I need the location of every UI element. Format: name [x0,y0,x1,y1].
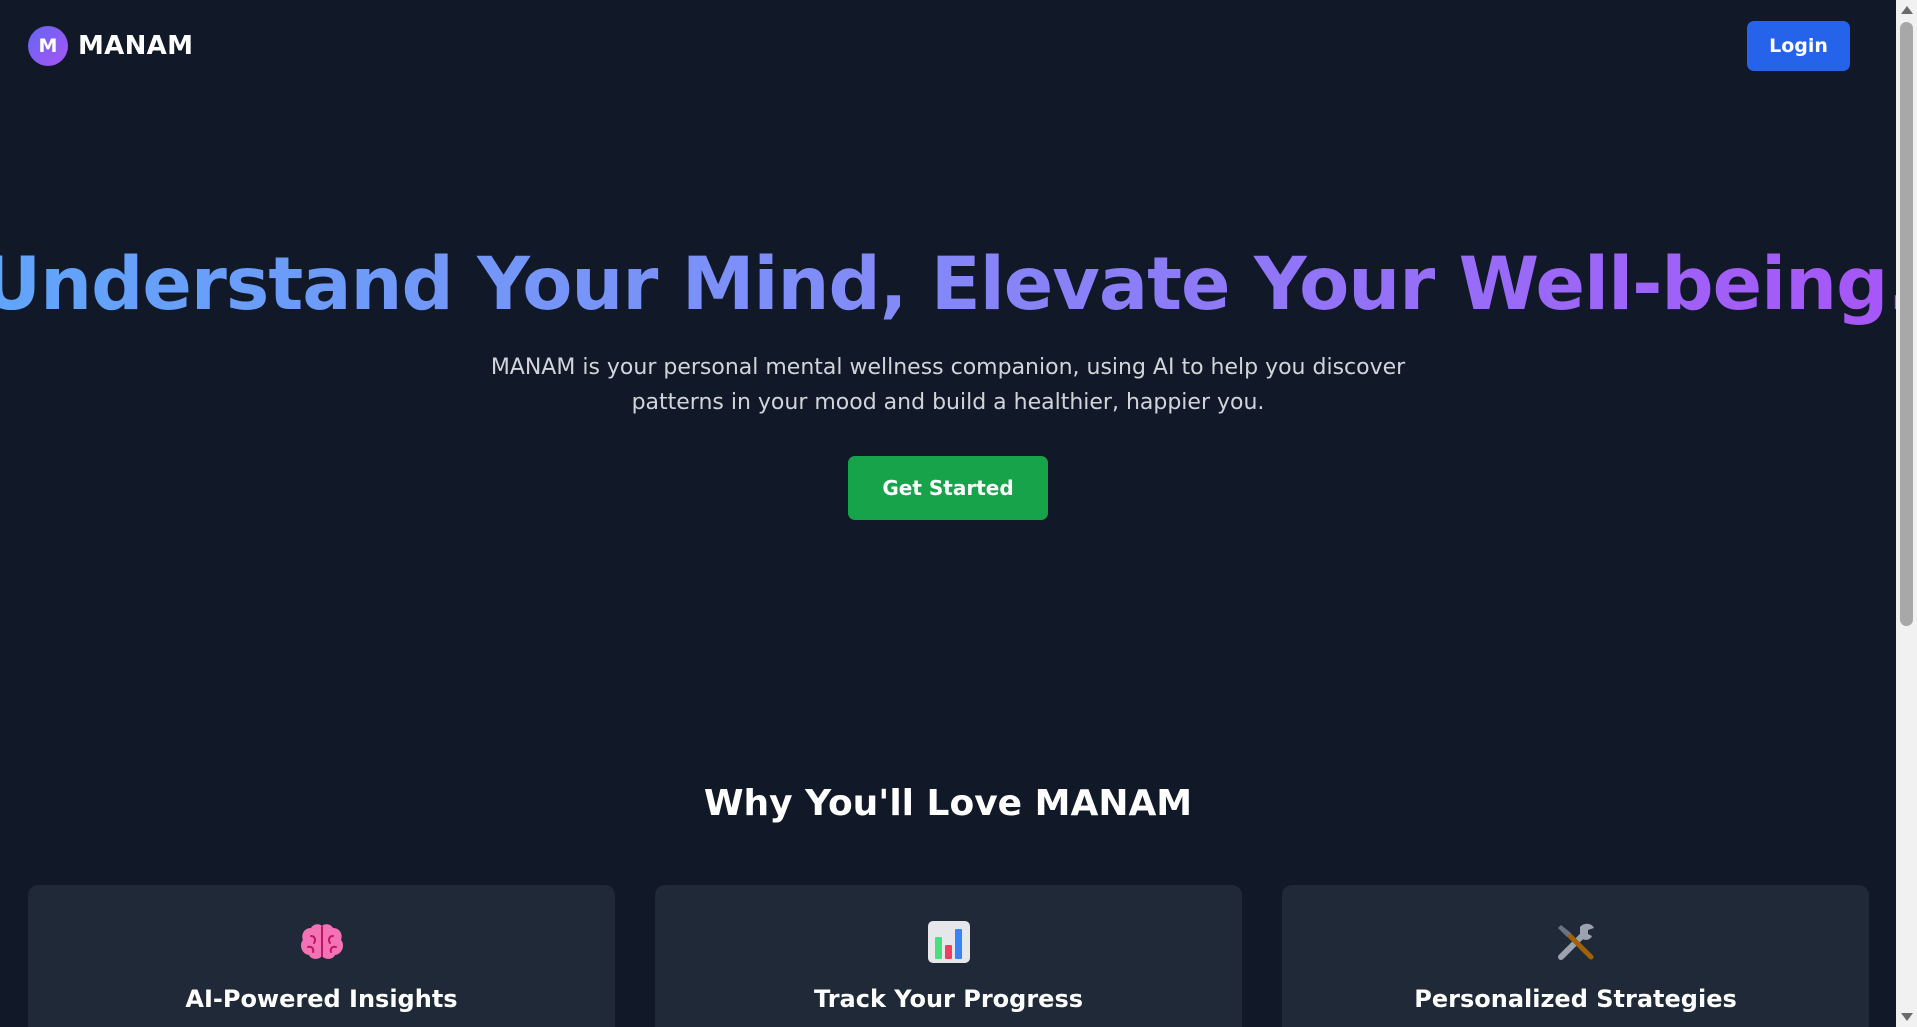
brand-name: MANAM [78,31,194,61]
login-button[interactable]: Login [1747,21,1850,71]
hero-subtitle: MANAM is your personal mental wellness c… [490,355,1406,415]
tools-icon [1553,919,1599,965]
feature-card-personalized-strategies: Personalized Strategies [1282,885,1869,1027]
features-heading: Why You'll Love MANAM [703,783,1193,824]
get-started-button[interactable]: Get Started [848,456,1048,520]
scroll-down-arrow-icon[interactable] [1901,1013,1913,1021]
bar-chart-icon [926,919,972,965]
landing-page: M MANAM Login Understand Your Mind, Elev… [0,0,1917,1027]
feature-card-title: AI-Powered Insights [185,985,458,1013]
brand[interactable]: M MANAM [28,26,193,66]
vertical-scrollbar[interactable] [1896,0,1917,1027]
hero-section: Understand Your Mind, Elevate Your Well-… [0,240,1915,520]
scroll-thumb[interactable] [1900,22,1913,626]
hero-title: Understand Your Mind, Elevate Your Well-… [0,240,1915,330]
feature-card-title: Track Your Progress [813,985,1084,1013]
brand-logo: M [28,26,68,66]
feature-card-track-progress: Track Your Progress [655,885,1242,1027]
feature-card-title: Personalized Strategies [1414,985,1737,1013]
top-navbar: M MANAM Login [0,0,1896,92]
brain-icon [299,919,345,965]
feature-card-ai-insights: AI-Powered Insights [28,885,615,1027]
feature-cards: AI-Powered Insights Track Your Progress [28,885,1870,1027]
scroll-up-arrow-icon[interactable] [1901,6,1913,14]
